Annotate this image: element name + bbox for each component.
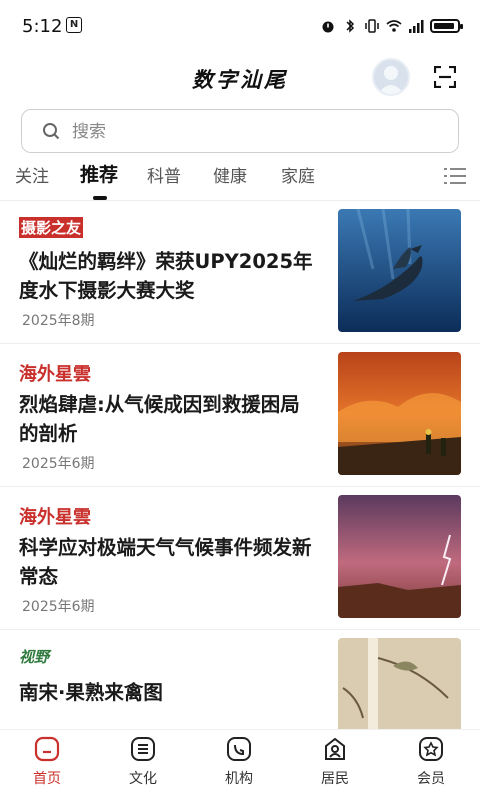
home-icon — [34, 736, 60, 762]
menu-list-icon[interactable] — [444, 166, 466, 186]
nav-resident[interactable]: 居民 — [295, 736, 375, 788]
nav-member[interactable]: 会员 — [391, 736, 471, 788]
search-bar[interactable] — [21, 109, 459, 153]
category-tabs: 关注 推荐 科普 健康 家庭 — [0, 160, 480, 201]
member-icon — [419, 737, 443, 761]
article-title[interactable]: 科学应对极端天气气候事件频发新常态 — [19, 533, 319, 591]
article-feed: 摄影之友 《灿烂的羁绊》荣获UPY2025年度水下摄影大赛大奖 2025年8期 … — [0, 201, 480, 729]
avatar[interactable] — [372, 58, 410, 96]
nav-home[interactable]: 首页 — [7, 736, 87, 788]
status-time: 5:12 — [22, 16, 63, 37]
culture-icon — [131, 737, 155, 761]
resident-icon — [325, 737, 345, 760]
article-thumbnail[interactable] — [338, 352, 461, 475]
search-icon — [43, 123, 60, 140]
signal-icon — [409, 20, 424, 33]
article-thumbnail[interactable] — [338, 495, 461, 618]
source-logo: 摄影之友 — [19, 217, 84, 238]
nfc-badge: N — [66, 17, 82, 33]
active-tab-indicator — [93, 196, 107, 200]
nav-label: 首页 — [33, 771, 61, 787]
article-thumbnail[interactable] — [338, 209, 461, 332]
tab-health[interactable]: 健康 — [213, 162, 247, 187]
source-logo: 海外星雲 — [19, 507, 91, 528]
nav-label: 机构 — [225, 771, 253, 787]
issue-date: 2025年8期 — [22, 313, 95, 329]
article-title[interactable]: 烈焰肆虐:从气候成因到救援困局的剖析 — [19, 390, 319, 448]
issue-date: 2025年6期 — [22, 599, 95, 615]
status-bar: 5:12 N — [0, 0, 480, 52]
source-logo: 视野 — [19, 648, 50, 666]
nav-label: 会员 — [417, 771, 445, 787]
nav-label: 文化 — [129, 771, 157, 787]
list-item[interactable]: 海外星雲 烈焰肆虐:从气候成因到救援困局的剖析 2025年6期 — [0, 344, 480, 487]
wifi-icon — [386, 20, 402, 32]
bottom-nav: 首页 文化 机构 居民 会员 — [0, 729, 480, 801]
tab-family[interactable]: 家庭 — [281, 162, 315, 187]
issue-date: 2025年6期 — [22, 456, 95, 472]
list-item[interactable]: 视野 南宋·果熟来禽图 — [0, 630, 480, 729]
article-title[interactable]: 《灿烂的羁绊》荣获UPY2025年度水下摄影大赛大奖 — [19, 247, 319, 305]
list-item[interactable]: 海外星雲 科学应对极端天气气候事件频发新常态 2025年6期 — [0, 487, 480, 630]
vibrate-icon — [365, 19, 379, 33]
article-thumbnail[interactable] — [338, 638, 461, 729]
nav-culture[interactable]: 文化 — [103, 736, 183, 788]
search-input[interactable] — [70, 118, 434, 146]
nav-label: 居民 — [321, 771, 349, 787]
institution-icon — [227, 737, 251, 761]
alarm-icon — [322, 21, 334, 33]
user-avatar-icon — [378, 66, 404, 94]
scan-icon[interactable] — [434, 66, 456, 88]
source-logo: 海外星雲 — [19, 364, 91, 385]
tab-science[interactable]: 科普 — [147, 162, 181, 187]
tab-follow[interactable]: 关注 — [15, 162, 49, 187]
tab-recommend[interactable]: 推荐 — [80, 160, 118, 187]
bluetooth-icon — [346, 19, 355, 33]
nav-institution[interactable]: 机构 — [199, 736, 279, 788]
status-icons — [320, 14, 463, 38]
list-item[interactable]: 摄影之友 《灿烂的羁绊》荣获UPY2025年度水下摄影大赛大奖 2025年8期 — [0, 201, 480, 344]
article-title[interactable]: 南宋·果熟来禽图 — [19, 678, 319, 707]
app-header: 数字汕尾 — [0, 52, 480, 104]
battery-icon — [430, 19, 463, 33]
